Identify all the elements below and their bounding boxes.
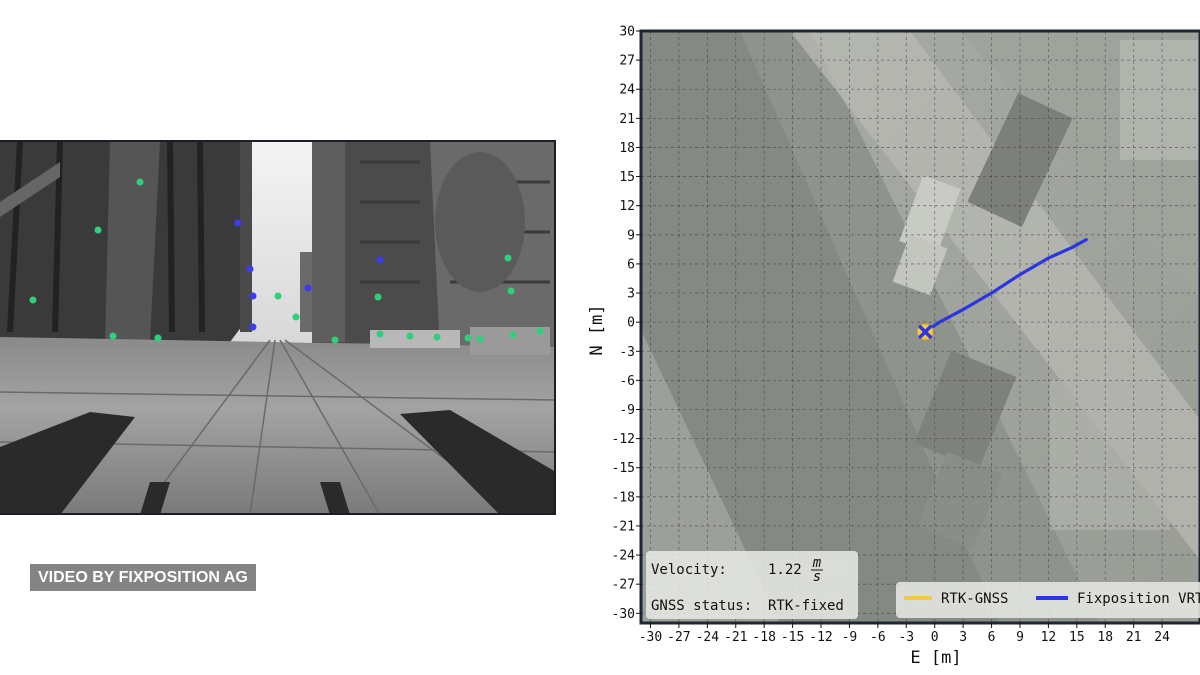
- video-credit: VIDEO BY FIXPOSITION AG: [30, 564, 256, 591]
- y-tick-label: 9: [627, 228, 635, 243]
- y-tick-label: -30: [612, 607, 635, 622]
- x-tick-label: -6: [870, 630, 886, 645]
- x-tick-label: 6: [988, 630, 996, 645]
- y-tick-label: 24: [619, 83, 635, 98]
- x-tick-label: 3: [959, 630, 967, 645]
- y-tick-label: 12: [619, 199, 635, 214]
- x-tick-label: 12: [1041, 630, 1057, 645]
- x-tick-label: 9: [1016, 630, 1024, 645]
- trajectory-map-plot: -30 -27 -24 -21 -18 -15 -12 -9 -6 -3 0 3 6 9 12 15 18 21 2…: [580, 0, 1200, 675]
- x-tick-label: -15: [781, 630, 804, 645]
- velocity-unit-denominator: s: [813, 569, 821, 585]
- legend-label-rtk-gnss: RTK-GNSS: [941, 591, 1008, 607]
- x-tick-label: -9: [842, 630, 858, 645]
- x-tick-label: -12: [809, 630, 832, 645]
- x-tick-label: -24: [696, 630, 720, 645]
- y-tick-label: 15: [619, 170, 635, 185]
- x-tick-label: 15: [1069, 630, 1085, 645]
- x-tick-label: 24: [1154, 630, 1170, 645]
- x-tick-label: -30: [639, 630, 662, 645]
- y-tick-label: -18: [612, 490, 635, 505]
- x-tick-label: -18: [752, 630, 775, 645]
- info-box: Velocity: 1.22 m s GNSS status: RTK-fixe…: [646, 551, 858, 619]
- y-tick-label: -9: [619, 403, 635, 418]
- y-tick-label: 3: [627, 287, 635, 302]
- x-tick-label: -21: [724, 630, 747, 645]
- legend-label-fixposition: Fixposition VRTK: [1077, 591, 1200, 607]
- y-tick-label: -24: [612, 549, 636, 564]
- y-tick-label: -27: [612, 578, 635, 593]
- x-tick-label: 18: [1097, 630, 1113, 645]
- y-tick-label: 27: [619, 54, 635, 69]
- x-tick-label: 21: [1126, 630, 1142, 645]
- y-tick-label: 18: [619, 141, 635, 156]
- velocity-value: 1.22: [768, 562, 802, 578]
- x-tick-label: 0: [931, 630, 939, 645]
- x-tick-label: -27: [667, 630, 690, 645]
- gnss-status-label: GNSS status:: [651, 598, 752, 614]
- y-tick-label: -15: [612, 461, 635, 476]
- y-tick-label: -3: [619, 345, 635, 360]
- y-tick-label: -12: [612, 432, 635, 447]
- y-tick-label: 30: [619, 25, 635, 40]
- y-tick-label: -21: [612, 519, 635, 534]
- camera-view: [0, 140, 556, 515]
- camera-image: [0, 142, 554, 513]
- y-tick-label: 6: [627, 257, 635, 272]
- velocity-label: Velocity:: [651, 562, 727, 578]
- y-axis-label: N [m]: [587, 304, 607, 355]
- y-tick-label: 0: [627, 316, 635, 331]
- trajectory-chart: -30 -27 -24 -21 -18 -15 -12 -9 -6 -3 0 3 6 9 12 15 18 21 2…: [587, 25, 1200, 668]
- legend: RTK-GNSS Fixposition VRTK: [896, 582, 1200, 618]
- y-tick-label: -6: [619, 374, 635, 389]
- gnss-status-value: RTK-fixed: [768, 598, 844, 614]
- y-tick-label: 21: [619, 112, 635, 127]
- x-axis-label: E [m]: [910, 648, 961, 668]
- tree: [435, 152, 525, 292]
- x-tick-label: -3: [898, 630, 914, 645]
